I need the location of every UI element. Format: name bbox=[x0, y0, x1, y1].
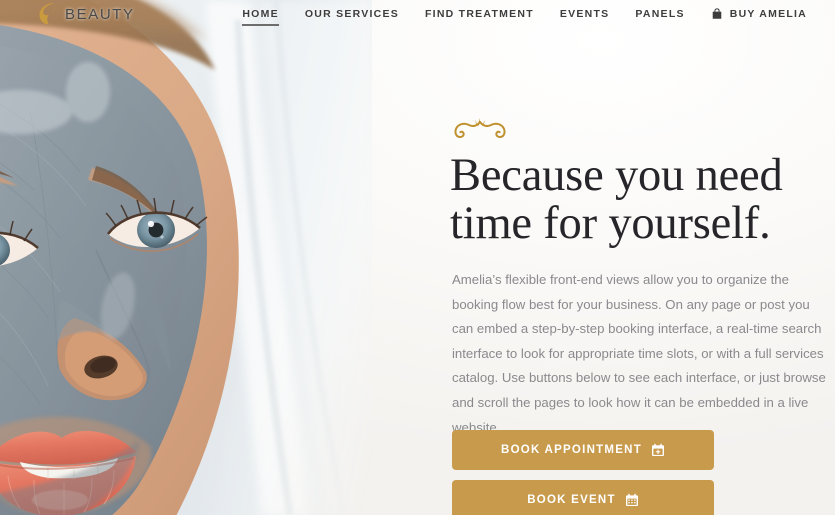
calendar-icon bbox=[625, 493, 638, 506]
brand-logo[interactable]: BEAUTY bbox=[34, 0, 135, 28]
nav-item-our-services[interactable]: OUR SERVICES bbox=[292, 0, 412, 28]
calendar-plus-icon bbox=[651, 443, 664, 456]
decorative-flourish-ornament-icon bbox=[454, 118, 506, 139]
hero-photo-illustration bbox=[0, 0, 372, 515]
nav-item-panels[interactable]: PANELS bbox=[622, 0, 697, 28]
nav-item-events-label: EVENTS bbox=[559, 8, 610, 20]
nav-item-home-label: HOME bbox=[242, 8, 279, 20]
top-navigation-bar: BEAUTY HOME OUR SERVICES FIND TREATMENT … bbox=[0, 0, 835, 28]
page-title: Because you need time for yourself. bbox=[450, 150, 783, 249]
nav-item-buy-amelia-label: BUY AMELIA bbox=[729, 8, 807, 20]
main-menu: HOME OUR SERVICES FIND TREATMENT EVENTS … bbox=[229, 0, 823, 28]
nav-item-our-services-label: OUR SERVICES bbox=[304, 8, 400, 20]
nav-item-find-treatment-label: FIND TREATMENT bbox=[425, 8, 534, 20]
book-event-button[interactable]: BOOK EVENT bbox=[452, 480, 714, 515]
nav-item-find-treatment[interactable]: FIND TREATMENT bbox=[412, 0, 547, 28]
brand-name: BEAUTY bbox=[65, 5, 135, 23]
nav-item-events[interactable]: EVENTS bbox=[547, 0, 623, 28]
hero-content: Because you need time for yourself. Amel… bbox=[450, 0, 835, 515]
book-appointment-button[interactable]: BOOK APPOINTMENT bbox=[452, 430, 714, 470]
hero-image bbox=[0, 0, 372, 515]
beauty-leaf-logo-icon bbox=[39, 3, 56, 25]
book-event-label: BOOK EVENT bbox=[527, 494, 616, 506]
nav-item-panels-label: PANELS bbox=[635, 8, 685, 20]
nav-item-home[interactable]: HOME bbox=[229, 0, 292, 28]
shopping-bag-icon bbox=[712, 8, 722, 19]
nav-item-buy-amelia[interactable]: BUY AMELIA bbox=[698, 0, 823, 28]
page-root: BEAUTY HOME OUR SERVICES FIND TREATMENT … bbox=[0, 0, 835, 515]
book-appointment-label: BOOK APPOINTMENT bbox=[501, 444, 642, 456]
hero-description: Amelia’s flexible front-end views allow … bbox=[452, 272, 826, 435]
